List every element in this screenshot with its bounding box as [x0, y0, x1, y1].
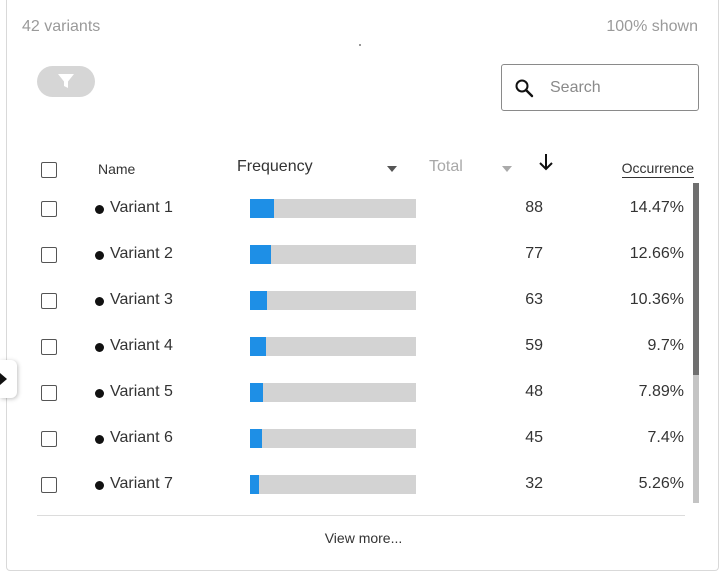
variant-name: Variant 6 — [110, 429, 173, 446]
frequency-bar-fill — [250, 337, 266, 356]
column-header-name[interactable]: Name — [98, 161, 135, 177]
frequency-bar-fill — [250, 383, 263, 402]
scrollbar-thumb[interactable] — [693, 183, 699, 375]
chevron-right-icon — [0, 373, 7, 385]
total-value: 45 — [525, 429, 543, 446]
row-checkbox[interactable] — [41, 201, 57, 217]
occurrence-value: 14.47% — [629, 199, 684, 216]
variant-name: Variant 4 — [110, 337, 173, 354]
panel-toggle[interactable] — [0, 360, 17, 398]
occurrence-value: 9.7% — [647, 337, 684, 354]
frequency-bar — [250, 245, 416, 264]
table-row[interactable]: Variant 4 59 9.7% — [7, 327, 697, 373]
table-row[interactable]: Variant 7 32 5.26% — [7, 465, 697, 511]
divider — [37, 515, 685, 516]
occurrence-value: 7.4% — [647, 429, 684, 446]
variant-name: Variant 1 — [110, 199, 173, 216]
frequency-bar-fill — [250, 245, 271, 264]
row-checkbox[interactable] — [41, 247, 57, 263]
frequency-bar — [250, 291, 416, 310]
search-icon — [515, 79, 534, 98]
column-header-frequency[interactable]: Frequency — [237, 158, 313, 176]
row-checkbox[interactable] — [41, 431, 57, 447]
row-checkbox[interactable] — [41, 293, 57, 309]
total-value: 48 — [525, 383, 543, 400]
frequency-bar-fill — [250, 429, 262, 448]
occurrence-value: 7.89% — [638, 383, 684, 400]
total-dropdown-caret[interactable] — [502, 166, 512, 172]
bullet-icon — [95, 205, 104, 214]
filter-icon — [58, 74, 74, 88]
frequency-bar-fill — [250, 199, 274, 218]
search-input[interactable] — [550, 75, 690, 101]
variants-count: 42 variants — [22, 18, 101, 35]
variant-name: Variant 3 — [110, 291, 173, 308]
row-checkbox[interactable] — [41, 477, 57, 493]
total-value: 88 — [525, 199, 543, 216]
table-row[interactable]: Variant 3 63 10.36% — [7, 281, 697, 327]
bullet-icon — [95, 343, 104, 352]
row-checkbox[interactable] — [41, 385, 57, 401]
variant-name: Variant 7 — [110, 475, 173, 492]
occurrence-value: 5.26% — [638, 475, 684, 492]
variant-name: Variant 5 — [110, 383, 173, 400]
total-value: 59 — [525, 337, 543, 354]
search-box[interactable] — [501, 64, 699, 111]
total-value: 32 — [525, 475, 543, 492]
view-more-link[interactable]: View more... — [7, 530, 720, 546]
row-checkbox[interactable] — [41, 339, 57, 355]
column-header-occurrence[interactable]: Occurrence — [621, 160, 694, 178]
frequency-bar — [250, 199, 416, 218]
frequency-bar-fill — [250, 475, 259, 494]
occurrence-value: 10.36% — [629, 291, 684, 308]
frequency-bar-fill — [250, 291, 267, 310]
frequency-bar — [250, 337, 416, 356]
bullet-icon — [95, 251, 104, 260]
bullet-icon — [95, 297, 104, 306]
frequency-bar — [250, 429, 416, 448]
arrow-down-icon[interactable] — [538, 153, 554, 171]
variant-name: Variant 2 — [110, 245, 173, 262]
table-row[interactable]: Variant 5 48 7.89% — [7, 373, 697, 419]
frequency-bar — [250, 383, 416, 402]
frequency-dropdown-caret[interactable] — [387, 166, 397, 172]
frequency-bar — [250, 475, 416, 494]
total-value: 63 — [525, 291, 543, 308]
select-all-checkbox[interactable] — [41, 162, 57, 178]
table-row[interactable]: Variant 6 45 7.4% — [7, 419, 697, 465]
bullet-icon — [95, 435, 104, 444]
occurrence-value: 12.66% — [629, 245, 684, 262]
filter-button[interactable] — [37, 66, 95, 97]
decorative-dot — [359, 44, 361, 46]
bullet-icon — [95, 481, 104, 490]
bullet-icon — [95, 389, 104, 398]
shown-percent: 100% shown — [606, 18, 698, 35]
table-row[interactable]: Variant 2 77 12.66% — [7, 235, 697, 281]
total-value: 77 — [525, 245, 543, 262]
variants-panel: 42 variants 100% shown Name Frequency To… — [6, 0, 719, 571]
column-header-total[interactable]: Total — [429, 158, 463, 176]
table-row[interactable]: Variant 1 88 14.47% — [7, 189, 697, 235]
